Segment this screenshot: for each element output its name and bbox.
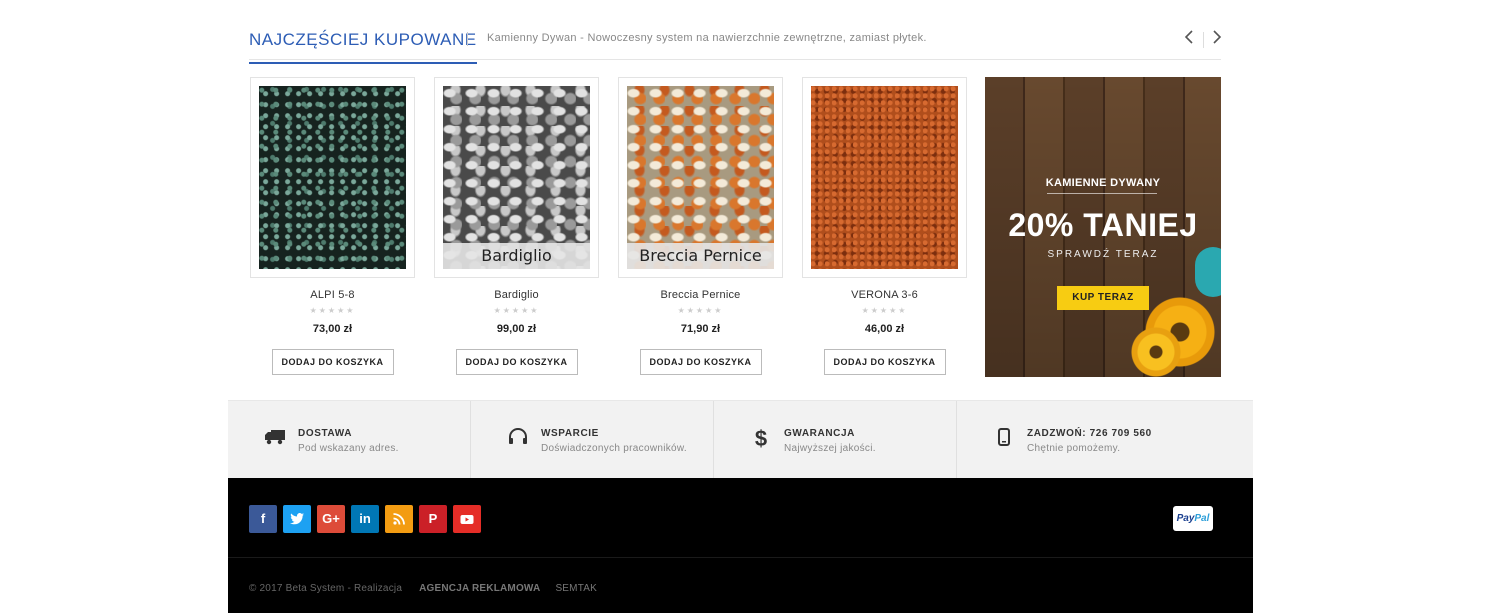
features-bar: DOSTAWA Pod wskazany adres. WSPARCIE Doś… <box>228 400 1253 479</box>
product-card: Bardiglio Bardiglio ★★★★★ 99,00 zł DODAJ… <box>434 77 599 375</box>
banner-title: 20% TANIEJ <box>1008 207 1198 243</box>
divider <box>1203 32 1204 48</box>
add-to-cart-button[interactable]: DODAJ DO KOSZYKA <box>271 349 394 375</box>
youtube-icon[interactable] <box>453 505 481 533</box>
product-image-link[interactable] <box>802 77 967 278</box>
feature-title: WSPARCIE <box>541 428 599 439</box>
product-name[interactable]: VERONA 3-6 <box>802 289 967 301</box>
chevron-right-icon <box>1213 30 1222 44</box>
feature-desc: Doświadczonych pracowników. <box>541 443 687 454</box>
product-name[interactable]: Bardiglio <box>434 289 599 301</box>
product-image-label: Breccia Pernice <box>627 243 774 269</box>
footer: f G+ in P PayPal © 2017 Beta System - Re… <box>228 478 1253 613</box>
product-card: ALPI 5-8 ★★★★★ 73,00 zł DODAJ DO KOSZYKA <box>250 77 415 375</box>
rating-stars: ★★★★★ <box>309 306 356 315</box>
agency-link[interactable]: AGENCJA REKLAMOWA <box>419 583 540 594</box>
copyright: © 2017 Beta System - Realizacja AGENCJA … <box>249 583 597 594</box>
call-label: ZADZWOŃ: <box>1027 428 1087 439</box>
add-to-cart-button[interactable]: DODAJ DO KOSZYKA <box>639 349 762 375</box>
headset-icon <box>507 428 529 450</box>
feature-desc: Chętnie pomożemy. <box>1027 443 1121 454</box>
phone-number[interactable]: 726 709 560 <box>1090 428 1152 439</box>
add-to-cart-button[interactable]: DODAJ DO KOSZYKA <box>455 349 578 375</box>
linkedin-icon[interactable]: in <box>351 505 379 533</box>
section-subtitle: Kamienny Dywan - Nowoczesny system na na… <box>487 32 927 44</box>
paypal-logo[interactable]: PayPal <box>1173 506 1213 531</box>
promo-banner[interactable]: KAMIENNE DYWANY 20% TANIEJ SPRAWDŹ TERAZ… <box>985 77 1221 377</box>
product-card: Breccia Pernice Breccia Pernice ★★★★★ 71… <box>618 77 783 375</box>
social-links: f G+ in P <box>249 505 481 533</box>
banner-subtitle: SPRAWDŹ TERAZ <box>1047 249 1159 260</box>
section-header: NAJCZĘŚCIEJ KUPOWANE Kamienny Dywan - No… <box>249 26 1222 64</box>
product-name[interactable]: Breccia Pernice <box>618 289 783 301</box>
divider <box>1047 193 1157 194</box>
flower-image <box>1131 327 1181 377</box>
product-name[interactable]: ALPI 5-8 <box>250 289 415 301</box>
product-card: VERONA 3-6 ★★★★★ 46,00 zł DODAJ DO KOSZY… <box>802 77 967 375</box>
feature-title: DOSTAWA <box>298 428 353 439</box>
buy-now-button[interactable]: KUP TERAZ <box>1057 286 1149 310</box>
banner-kicker: KAMIENNE DYWANY <box>1045 177 1161 189</box>
product-price: 99,00 zł <box>496 323 537 335</box>
product-image <box>259 86 406 269</box>
twitter-icon[interactable] <box>283 505 311 533</box>
feature-title: ZADZWOŃ: 726 709 560 <box>1027 428 1152 439</box>
feature-delivery: DOSTAWA Pod wskazany adres. <box>228 401 471 479</box>
paypal-text-a: Pay <box>1176 513 1195 524</box>
google-plus-icon[interactable]: G+ <box>317 505 345 533</box>
product-price: 73,00 zł <box>312 323 353 335</box>
feature-guarantee: $ GWARANCJA Najwyższej jakości. <box>714 401 957 479</box>
pinterest-icon[interactable]: P <box>419 505 447 533</box>
product-image-link[interactable]: Bardiglio <box>434 77 599 278</box>
copyright-text: © 2017 Beta System - Realizacja <box>249 583 403 594</box>
product-image-link[interactable]: Breccia Pernice <box>618 77 783 278</box>
divider <box>467 32 468 46</box>
product-image: Breccia Pernice <box>627 86 774 269</box>
chevron-left-icon <box>1184 30 1193 44</box>
feature-call: ZADZWOŃ: 726 709 560 Chętnie pomożemy. <box>957 401 1200 479</box>
dollar-icon: $ <box>754 426 768 451</box>
product-price: 71,90 zł <box>680 323 721 335</box>
product-price: 46,00 zł <box>864 323 905 335</box>
rss-icon[interactable] <box>385 505 413 533</box>
semtak-link[interactable]: SEMTAK <box>555 583 597 594</box>
feature-title: GWARANCJA <box>784 428 855 439</box>
rating-stars: ★★★★★ <box>677 306 724 315</box>
facebook-icon[interactable]: f <box>249 505 277 533</box>
phone-icon <box>993 428 1015 450</box>
carousel-prev-button[interactable] <box>1181 30 1197 48</box>
rating-stars: ★★★★★ <box>861 306 908 315</box>
section-title: NAJCZĘŚCIEJ KUPOWANE <box>249 30 477 64</box>
carousel-next-button[interactable] <box>1209 30 1225 48</box>
feature-support: WSPARCIE Doświadczonych pracowników. <box>471 401 714 479</box>
product-image <box>811 86 958 269</box>
truck-icon <box>264 428 286 450</box>
product-image: Bardiglio <box>443 86 590 269</box>
product-image-link[interactable] <box>250 77 415 278</box>
add-to-cart-button[interactable]: DODAJ DO KOSZYKA <box>823 349 946 375</box>
rating-stars: ★★★★★ <box>493 306 540 315</box>
feature-desc: Najwyższej jakości. <box>784 443 876 454</box>
feature-desc: Pod wskazany adres. <box>298 443 399 454</box>
product-image-label: Bardiglio <box>443 243 590 269</box>
paypal-text-b: Pal <box>1194 513 1210 524</box>
divider <box>228 557 1253 558</box>
